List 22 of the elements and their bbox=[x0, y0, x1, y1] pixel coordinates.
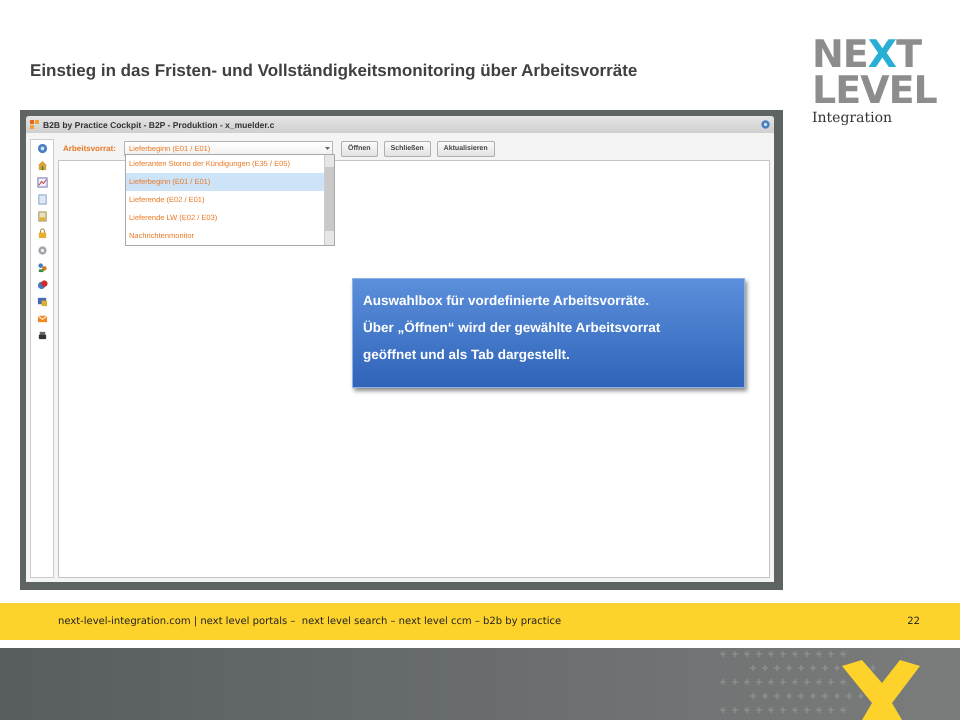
callout-text: Auswahlbox für vordefinierte Arbeitsvorräte. Über „Öffnen“ wird der gewählte Arbeitsvorrat geöffnet und als Tab dargestellt. bbox=[352, 278, 745, 388]
page-number: 22 bbox=[907, 616, 920, 627]
help-icon[interactable] bbox=[761, 120, 770, 129]
document-icon[interactable] bbox=[36, 194, 48, 205]
field-label: Arbeitsvorrat: bbox=[62, 144, 117, 153]
mail-icon[interactable] bbox=[36, 313, 48, 324]
window-title: B2B by Practice Cockpit - B2P - Produktion - x_muelder.c bbox=[43, 120, 276, 130]
help-icon[interactable] bbox=[36, 143, 48, 154]
footer-text: next-level-integration.com | next level portals – next level search – next level ccm – b2b by practice bbox=[58, 616, 562, 627]
users-icon[interactable] bbox=[36, 262, 48, 273]
logo-text: NEXT bbox=[812, 36, 921, 72]
logo-subtitle: Integration bbox=[812, 110, 892, 126]
app-icon bbox=[30, 120, 39, 129]
lock-icon[interactable] bbox=[36, 228, 48, 239]
printer-icon[interactable] bbox=[36, 330, 48, 341]
monitor-icon[interactable] bbox=[36, 296, 48, 307]
house-icon[interactable] bbox=[36, 160, 48, 171]
chart-icon[interactable] bbox=[36, 177, 48, 188]
slide-title: Einstieg in das Fristen- und Vollständigkeitsmonitoring über Arbeitsvorräte bbox=[29, 60, 638, 82]
logo-text: LEVEL bbox=[812, 72, 937, 108]
scrollbar[interactable] bbox=[324, 155, 334, 245]
document-icon[interactable] bbox=[36, 211, 48, 222]
